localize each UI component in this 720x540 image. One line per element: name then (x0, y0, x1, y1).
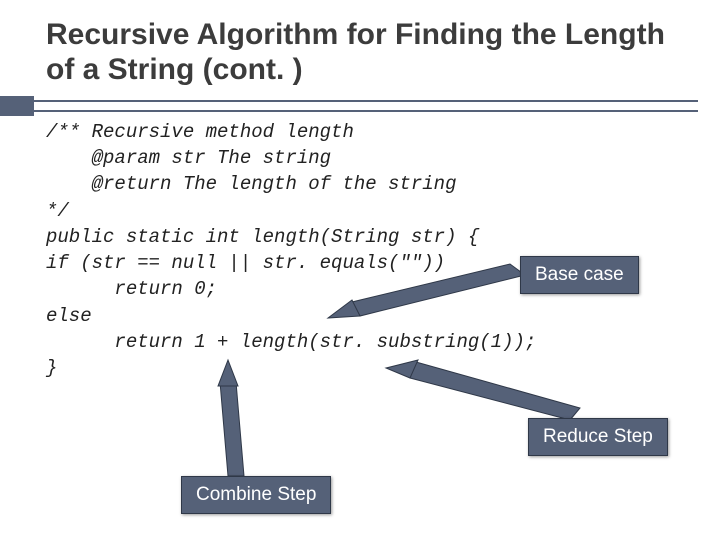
slide: Recursive Algorithm for Finding the Leng… (0, 0, 720, 540)
accent-line (34, 100, 698, 112)
code-line: @param str The string (46, 145, 680, 171)
code-line: public static int length(String str) { (46, 224, 680, 250)
label-reduce-step: Reduce Step (528, 418, 668, 456)
code-line: @return The length of the string (46, 171, 680, 197)
code-line: else (46, 303, 680, 329)
slide-title: Recursive Algorithm for Finding the Leng… (46, 18, 680, 87)
code-line: */ (46, 198, 680, 224)
code-line: return 1 + length(str. substring(1)); (46, 329, 680, 355)
accent-bar (0, 96, 34, 116)
label-base-case: Base case (520, 256, 639, 294)
arrow-combine-step (220, 382, 244, 476)
code-block: /** Recursive method length @param str T… (46, 119, 680, 381)
code-line: /** Recursive method length (46, 119, 680, 145)
code-line: } (46, 355, 680, 381)
label-combine-step: Combine Step (181, 476, 331, 514)
